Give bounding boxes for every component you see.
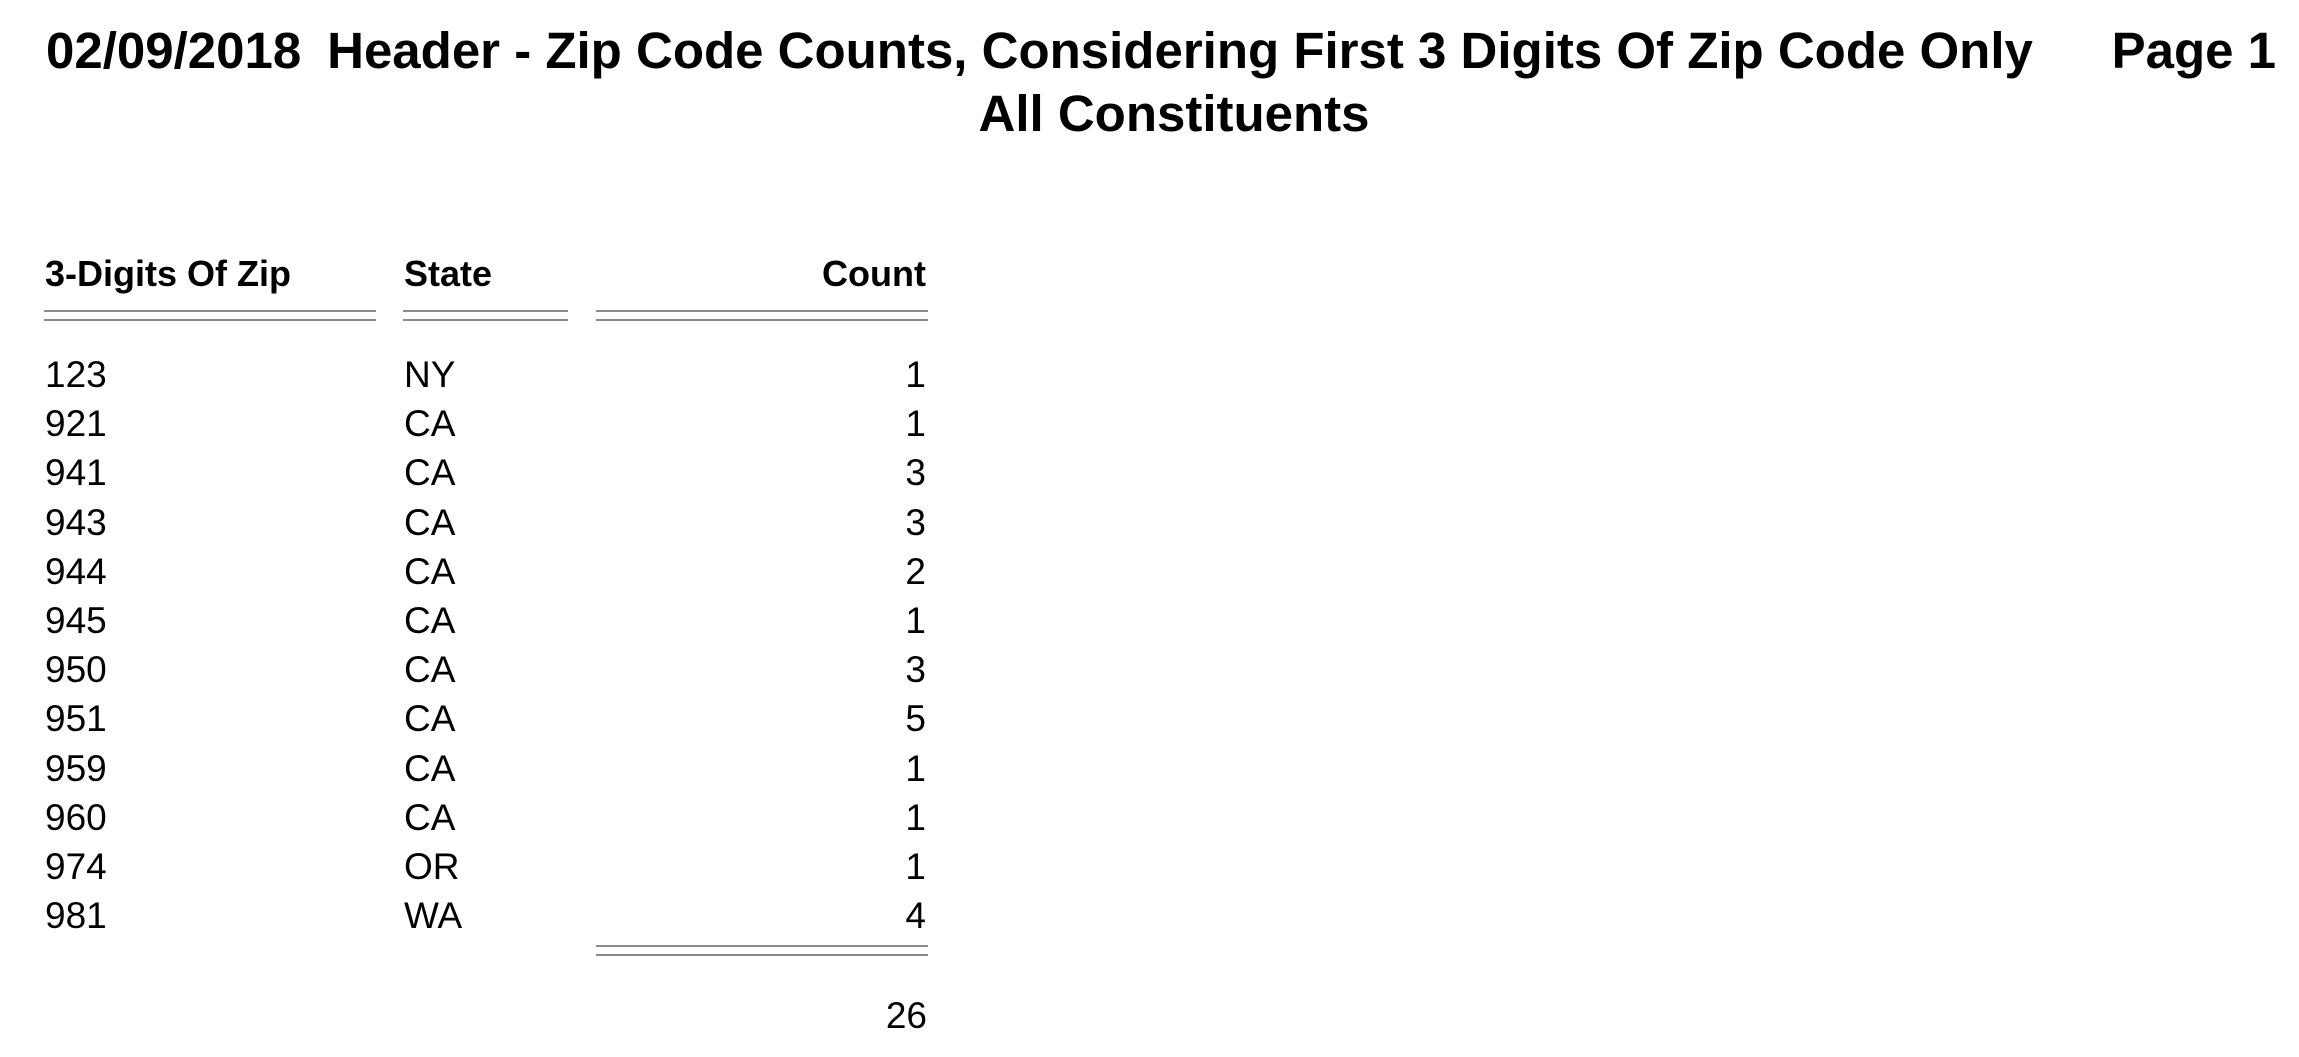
column-header-count: Count [822,253,926,294]
state-cell: WA [404,895,463,937]
header-double-underline-zip [44,310,376,321]
table-row: 950 CA 3 [0,648,960,697]
table-row: 943 CA 3 [0,501,960,550]
table-row: 941 CA 3 [0,451,960,500]
count-cell: 5 [905,698,926,740]
table-row: 974 OR 1 [0,845,960,894]
state-cell: CA [404,698,456,740]
state-cell: CA [404,501,456,543]
zip-cell: 951 [45,698,107,740]
zip-cell: 950 [45,649,107,691]
count-cell: 1 [905,403,926,445]
count-cell: 3 [905,501,926,543]
count-cell: 3 [905,649,926,691]
table-body: 123 NY 1 921 CA 1 941 CA 3 943 CA 3 944 CA 2 945 CA 1 950 C… [0,353,960,943]
state-cell: CA [404,452,456,494]
table-row: 959 CA 1 [0,747,960,796]
report-subtitle: All Constituents [978,85,1370,142]
state-cell: CA [404,649,456,691]
total-double-underline [596,945,928,956]
zip-cell: 921 [45,403,107,445]
zip-cell: 941 [45,452,107,494]
zip-cell: 981 [45,895,107,937]
count-cell: 1 [905,845,926,887]
report-title: Header - Zip Code Counts, Considering Fi… [327,22,2033,79]
column-header-state: State [404,253,493,294]
state-cell: CA [404,550,456,592]
state-cell: CA [404,599,456,641]
count-cell: 3 [905,452,926,494]
table-row: 945 CA 1 [0,599,960,648]
state-cell: CA [404,747,456,789]
column-header-zip: 3-Digits Of Zip [45,253,291,294]
state-cell: NY [404,354,456,395]
table-row: 921 CA 1 [0,402,960,451]
count-cell: 1 [905,747,926,789]
zip-cell: 943 [45,501,107,543]
header-double-underline-state [403,310,568,321]
zip-cell: 960 [45,796,107,838]
zip-cell: 959 [45,747,107,789]
state-cell: CA [404,403,456,445]
table-row: 944 CA 2 [0,550,960,599]
count-cell: 1 [905,354,926,395]
page-number: Page 1 [2111,22,2276,79]
count-cell: 2 [905,550,926,592]
zip-cell: 974 [45,845,107,887]
zip-cell: 945 [45,599,107,641]
state-cell: OR [404,845,460,887]
table-row: 951 CA 5 [0,697,960,746]
zip-cell: 123 [45,354,107,395]
table-row: 123 NY 1 [0,353,960,402]
count-cell: 1 [905,796,926,838]
table-row: 960 CA 1 [0,796,960,845]
table-row: 981 WA 4 [0,894,960,943]
zip-cell: 944 [45,550,107,592]
total-count: 26 [885,995,927,1036]
state-cell: CA [404,796,456,838]
count-cell: 4 [905,895,926,937]
count-cell: 1 [905,599,926,641]
header-double-underline-count [596,310,928,321]
